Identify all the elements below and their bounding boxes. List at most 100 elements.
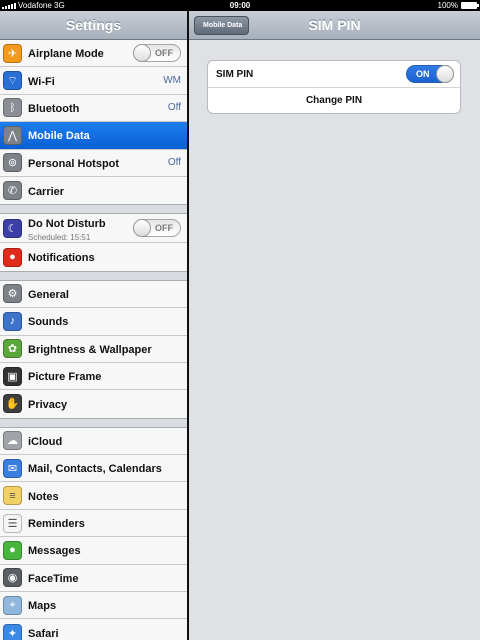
sidebar-item-label: Notes [28,490,59,503]
speaker-icon: ♪ [3,311,22,331]
toggle-knob [133,219,151,238]
sidebar-item-safari[interactable]: ✦ Safari [0,619,187,640]
sidebar-item-mail-contacts-calendars[interactable]: ✉ Mail, Contacts, Calendars [0,455,187,483]
settings-group: ⚙ General ♪ Sounds ✿ Brightness & Wallpaper ▣ P… [0,279,187,419]
hand-icon: ✋ [3,394,22,414]
settings-group: ☾ Do Not Disturb Scheduled: 15:51 OFF ● Notif… [0,213,187,272]
settings-sidebar: Settings ✈ Airplane Mode OFF ⌔ Wi-Fi WM ᛒ Bluet… [0,11,187,640]
back-button[interactable]: Mobile Data [194,16,250,35]
sidebar-item-label: Bluetooth [28,102,80,115]
sidebar-item-general[interactable]: ⚙ General [0,280,187,309]
sidebar-item-label: Maps [28,600,57,613]
sidebar-item-facetime[interactable]: ◉ FaceTime [0,564,187,593]
sidebar-item-brightness-wallpaper[interactable]: ✿ Brightness & Wallpaper [0,335,187,363]
sidebar-item-text: Wi-Fi [28,72,55,90]
sidebar-item-carrier[interactable]: ✆ Carrier [0,176,187,205]
status-bar: Vodafone 3G 09:00 100% [0,0,480,11]
moon-icon: ☾ [3,218,22,238]
sidebar-item-label: Messages [28,545,81,558]
group-spacer [0,418,187,427]
sidebar-item-notes[interactable]: ≡ Notes [0,482,187,510]
sidebar-item-text: Picture Frame [28,367,101,385]
sidebar-item-label: Do Not Disturb [28,218,106,231]
sim-pin-label: SIM PIN [216,68,254,80]
sidebar-item-label: Safari [28,628,59,640]
facetime-icon: ◉ [3,568,22,588]
sidebar-item-do-not-disturb[interactable]: ☾ Do Not Disturb Scheduled: 15:51 OFF [0,214,187,244]
sidebar-item-label: FaceTime [28,572,79,585]
sidebar-item-label: Brightness & Wallpaper [28,343,152,356]
sidebar-item-picture-frame[interactable]: ▣ Picture Frame [0,362,187,391]
sidebar-item-text: Reminders [28,514,85,532]
sidebar-item-text: Airplane Mode [28,44,104,62]
detail-pane: SIM PIN Mobile Data SIM PIN ON Change PI… [189,11,480,640]
sidebar-item-text: Personal Hotspot [28,154,119,172]
mail-icon: ✉ [3,458,22,478]
antenna-icon: ⋀ [3,125,22,145]
toggle-knob [436,65,454,83]
sidebar-item-bluetooth[interactable]: ᛒ Bluetooth Off [0,94,187,123]
toggle-text: OFF [155,48,173,59]
sidebar-item-privacy[interactable]: ✋ Privacy [0,390,187,418]
group-spacer [0,205,187,214]
sidebar-item-label: Wi-Fi [28,75,55,88]
sidebar-item-text: Maps [28,596,56,614]
detail-nav-bar: SIM PIN Mobile Data [189,11,480,40]
settings-group: ☁ iCloud ✉ Mail, Contacts, Calendars ≡ Notes ☰… [0,426,187,640]
sidebar-item-label: Mobile Data [28,130,90,143]
sidebar-item-label: Airplane Mode [28,48,104,61]
toggle-knob [133,44,151,63]
sidebar-item-sounds[interactable]: ♪ Sounds [0,308,187,336]
notes-icon: ≡ [3,486,22,506]
sidebar-item-value: Off [167,102,181,114]
sim-pin-toggle-text: ON [416,69,430,79]
flower-icon: ✿ [3,339,22,359]
sim-pin-toggle[interactable]: ON [406,65,454,83]
change-pin-label: Change PIN [305,95,363,106]
sidebar-item-icloud[interactable]: ☁ iCloud [0,427,187,456]
sidebar-item-notifications[interactable]: ● Notifications [0,243,187,271]
sidebar-item-value: Off [167,157,181,169]
frame-icon: ▣ [3,366,22,386]
sidebar-item-personal-hotspot[interactable]: ⊚ Personal Hotspot Off [0,149,187,177]
sidebar-item-text: Mail, Contacts, Calendars [28,459,162,477]
sidebar-item-text: Do Not Disturb Scheduled: 15:51 [28,214,106,242]
reminders-icon: ☰ [3,513,22,533]
sidebar-item-text: Notifications [28,248,95,266]
sidebar-item-text: Bluetooth [28,99,79,117]
sidebar-item-reminders[interactable]: ☰ Reminders [0,509,187,538]
settings-group: ✈ Airplane Mode OFF ⌔ Wi-Fi WM ᛒ Bluetooth Off ⋀ M… [0,40,187,206]
sidebar-item-value: WM [163,75,181,87]
toggle-switch[interactable]: OFF [133,44,181,63]
sidebar-item-text: Carrier [28,182,64,200]
sidebar-item-label: Privacy [28,398,68,411]
sidebar-item-label: Carrier [28,185,65,198]
airplane-icon: ✈ [3,43,22,63]
sidebar-item-maps[interactable]: ⌖ Maps [0,592,187,620]
sidebar-item-messages[interactable]: ● Messages [0,537,187,565]
sidebar-item-airplane-mode[interactable]: ✈ Airplane Mode OFF [0,40,187,68]
sidebar-item-label: Picture Frame [28,371,102,384]
sim-pin-group: SIM PIN ON Change PIN [207,60,461,114]
messages-icon: ● [3,540,22,560]
sidebar-item-label: Sounds [28,316,69,329]
sidebar-item-text: Notes [28,487,59,505]
sim-pin-row: SIM PIN ON [208,61,460,87]
cloud-icon: ☁ [3,431,22,451]
sidebar-item-text: Sounds [28,312,68,330]
sidebar-title: Settings [0,11,187,40]
change-pin-button[interactable]: Change PIN [208,87,460,113]
sidebar-item-text: FaceTime [28,569,79,587]
bluetooth-icon: ᛒ [3,98,22,118]
sidebar-item-label: Personal Hotspot [28,157,120,170]
sidebar-item-text: iCloud [28,432,62,450]
sidebar-item-text: Messages [28,541,81,559]
sidebar-item-mobile-data[interactable]: ⋀ Mobile Data [0,122,187,150]
sidebar-item-label: Notifications [28,252,95,265]
sidebar-item-wi-fi[interactable]: ⌔ Wi-Fi WM [0,67,187,95]
hotspot-icon: ⊚ [3,153,22,173]
compass-icon: ✦ [3,623,22,640]
clock: 09:00 [229,1,251,10]
wifi-icon: ⌔ [3,71,22,91]
toggle-switch[interactable]: OFF [133,219,181,238]
